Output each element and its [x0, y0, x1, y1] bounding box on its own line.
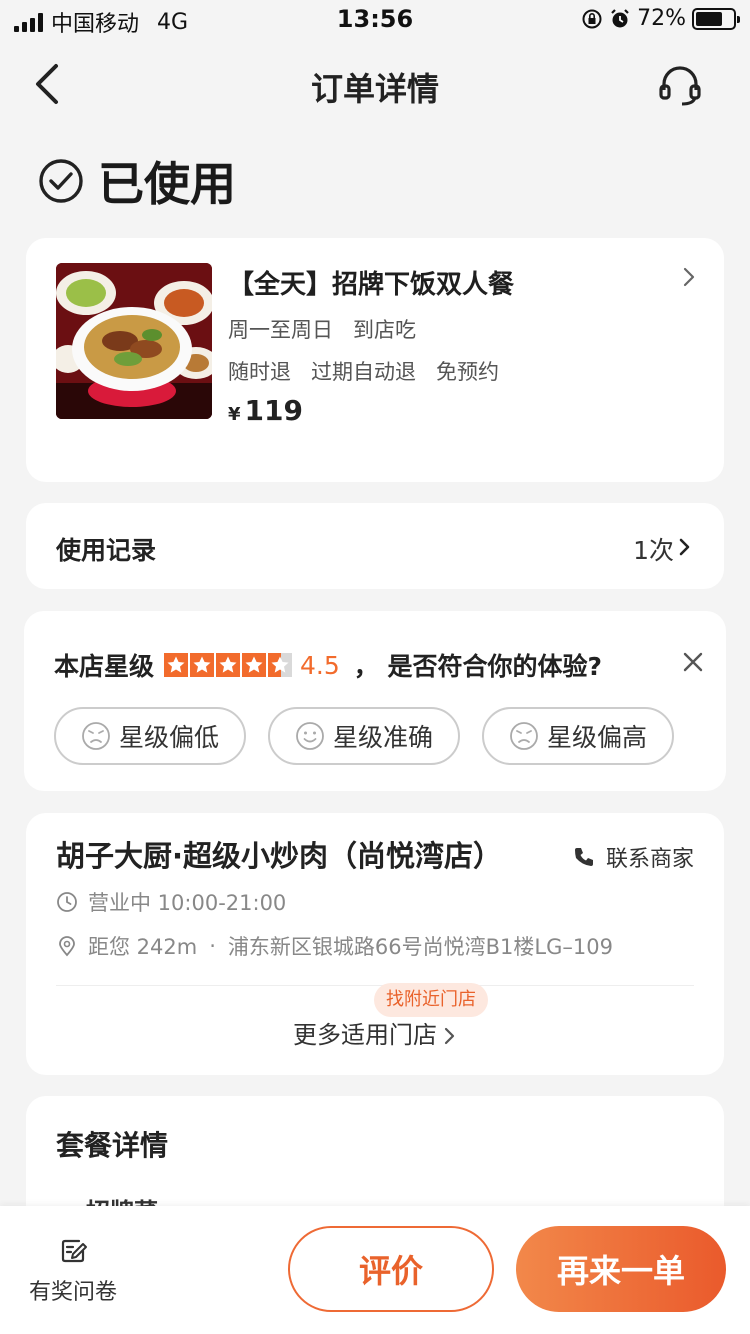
battery-icon	[692, 7, 740, 30]
smile-face-icon	[296, 722, 324, 750]
order-status-text: 已使用	[98, 157, 236, 211]
store-address-text: 浦东新区银城路66号尚悦湾B1楼LG–109	[227, 935, 613, 959]
rating-option-label: 星级偏低	[118, 723, 219, 752]
store-card: 胡子大厨·超级小炒肉（尚悦湾店） 联系商家 营业中 10:00-21:00 距您…	[26, 813, 724, 1075]
chevron-right-icon[interactable]	[680, 266, 698, 288]
close-icon[interactable]	[682, 651, 704, 673]
price-value: 119	[244, 394, 303, 427]
rating-label: 本店星级	[54, 652, 155, 681]
phone-icon	[574, 848, 593, 866]
check-circle-icon	[39, 159, 83, 203]
rating-question: ， 是否符合你的体验?	[353, 652, 602, 681]
policy-tag: 随时退	[228, 360, 291, 384]
divider	[56, 985, 694, 986]
review-button[interactable]: 评价	[288, 1226, 494, 1312]
status-bar: 中国移动 4G 13:56 72%	[0, 0, 750, 40]
reorder-button[interactable]: 再来一单	[516, 1226, 726, 1312]
usage-record-label: 使用记录	[56, 536, 157, 565]
rating-too-low-button[interactable]: 星级偏低	[54, 707, 246, 765]
store-distance: 距您 242m	[88, 935, 198, 959]
policy-tag: 免预约	[436, 360, 499, 384]
rating-feedback-card: 本店星级 4.5 ， 是否符合你的体验? 星级偏低 星级准确 星级偏高	[24, 611, 726, 791]
policy-tag: 过期自动退	[311, 360, 416, 384]
order-status: 已使用	[38, 148, 236, 214]
clock-icon	[57, 892, 77, 912]
battery-percent: 72%	[637, 6, 686, 31]
store-hours-text: 营业中 10:00-21:00	[88, 891, 287, 915]
order-detail-page: 中国移动 4G 13:56 72% 订单详情 已使用 【全天】招牌下饭双人餐 周…	[0, 0, 750, 1334]
page-title: 订单详情	[310, 70, 439, 108]
rating-option-label: 星级偏高	[546, 723, 647, 752]
rating-accurate-button[interactable]: 星级准确	[268, 707, 460, 765]
location-pin-icon	[59, 936, 75, 957]
rating-option-label: 星级准确	[332, 723, 433, 752]
more-stores-label: 更多适用门店	[293, 1021, 437, 1049]
contact-merchant-label: 联系商家	[605, 847, 694, 872]
rating-score: 4.5	[300, 650, 340, 680]
survey-label: 有奖问卷	[28, 1280, 117, 1305]
star-icon	[268, 653, 293, 677]
product-price: ¥119	[228, 394, 303, 427]
frown-face-icon	[82, 722, 110, 750]
nearby-stores-tag: 找附近门店	[374, 983, 488, 1017]
star-icon	[164, 653, 189, 677]
star-rating	[164, 653, 293, 677]
usage-count: 1次	[633, 536, 674, 565]
bottom-action-bar: 有奖问卷 评价 再来一单	[0, 1206, 750, 1334]
contact-merchant-button[interactable]: 联系商家	[572, 841, 694, 873]
survey-edit-icon	[61, 1239, 87, 1263]
chevron-right-icon	[444, 1027, 455, 1045]
back-arrow-icon[interactable]	[28, 60, 68, 108]
rating-too-high-button[interactable]: 星级偏高	[482, 707, 674, 765]
more-stores-link[interactable]: 更多适用门店	[26, 1015, 724, 1050]
package-title: 套餐详情	[56, 1129, 169, 1162]
product-card[interactable]: 【全天】招牌下饭双人餐 周一至周日 到店吃 随时退 过期自动退 免预约 ¥119	[26, 238, 724, 482]
star-icon	[216, 653, 241, 677]
nav-bar: 订单详情	[0, 48, 750, 120]
product-schedule: 周一至周日	[228, 318, 333, 342]
store-address[interactable]: 距您 242m · 浦东新区银城路66号尚悦湾B1楼LG–109	[56, 931, 613, 961]
product-policies: 随时退 过期自动退 免预约	[228, 356, 519, 386]
survey-button[interactable]: 有奖问卷	[18, 1222, 128, 1306]
chevron-right-icon	[679, 538, 690, 556]
product-mode: 到店吃	[353, 318, 416, 342]
store-hours: 营业中 10:00-21:00	[56, 887, 286, 917]
product-name: 【全天】招牌下饭双人餐	[228, 270, 515, 300]
currency-symbol: ¥	[228, 404, 241, 425]
separator-dot: ·	[209, 934, 216, 958]
frown-face-icon	[510, 722, 538, 750]
star-icon	[190, 653, 215, 677]
rotation-lock-icon	[582, 9, 602, 28]
product-schedule-line: 周一至周日 到店吃	[228, 314, 436, 344]
store-name[interactable]: 胡子大厨·超级小炒肉（尚悦湾店）	[56, 833, 502, 875]
product-image	[56, 263, 212, 419]
star-icon	[242, 653, 267, 677]
customer-service-icon[interactable]	[656, 62, 704, 110]
alarm-icon	[611, 8, 629, 27]
usage-record-row[interactable]: 使用记录 1次	[26, 503, 724, 589]
